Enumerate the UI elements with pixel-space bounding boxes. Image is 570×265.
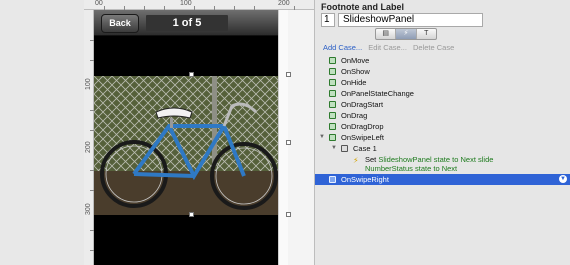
vertical-ruler: 100 200 300 [84, 10, 94, 265]
slide-image[interactable] [94, 76, 288, 215]
event-item[interactable]: OnMove [315, 55, 570, 66]
back-button[interactable]: Back [101, 14, 139, 33]
resize-handle[interactable] [286, 140, 291, 145]
disclosure-triangle-icon[interactable]: ▼ [331, 143, 337, 154]
edit-case-link[interactable]: Edit Case... [368, 43, 407, 52]
event-item[interactable]: OnDrag [315, 110, 570, 121]
event-icon [329, 68, 336, 75]
ruler-label: 300 [85, 203, 92, 215]
horizontal-ruler: 00 100 200 [84, 0, 314, 10]
ruler-label: 100 [85, 78, 92, 90]
ruler-label: 00 [95, 0, 103, 7]
action-item[interactable]: ⚡ Set SlideshowPanel state to Next slide… [315, 154, 570, 174]
event-icon [329, 123, 336, 130]
event-icon [329, 79, 336, 86]
design-canvas[interactable]: 00 100 200 100 200 300 Back 1 of 5 [84, 0, 314, 265]
events-list: OnMove OnShow OnHide OnPanelStateChange … [315, 55, 570, 185]
properties-panel: Footnote and Label 1 SlideshowPanel ▤ ⚡ … [314, 0, 570, 265]
tab-properties[interactable]: ▤ [376, 29, 397, 39]
event-item[interactable]: OnShow [315, 66, 570, 77]
disclosure-triangle-icon[interactable]: ▼ [319, 132, 325, 143]
resize-handle[interactable] [189, 212, 194, 217]
resize-handle[interactable] [286, 72, 291, 77]
event-item-selected[interactable]: OnSwipeRight ▼ [315, 174, 570, 185]
case-actions: Add Case... Edit Case... Delete Case [323, 43, 454, 52]
panel-tabs: ▤ ⚡ T [375, 28, 437, 40]
ruler-label: 200 [85, 141, 92, 153]
tab-interactions[interactable]: ⚡ [396, 29, 417, 39]
event-icon [329, 112, 336, 119]
ruler-label: 100 [180, 0, 192, 7]
event-item[interactable]: OnPanelStateChange [315, 88, 570, 99]
bicycle-photo [94, 76, 288, 215]
slideshow-panel[interactable]: Back 1 of 5 [94, 10, 288, 265]
delete-case-link[interactable]: Delete Case [413, 43, 454, 52]
case-item[interactable]: ▼ Case 1 [315, 143, 570, 154]
event-icon [329, 90, 336, 97]
panel-title: Footnote and Label [321, 2, 404, 12]
event-icon [329, 101, 336, 108]
nav-bar: Back 1 of 5 [94, 10, 288, 36]
slide-counter: 1 of 5 [146, 15, 228, 31]
event-item[interactable]: OnDragStart [315, 99, 570, 110]
event-icon [329, 57, 336, 64]
lightning-bolt-icon: ⚡ [353, 156, 359, 165]
add-case-link[interactable]: Add Case... [323, 43, 362, 52]
resize-handle[interactable] [189, 72, 194, 77]
event-icon [329, 134, 336, 141]
case-icon [341, 145, 348, 152]
event-icon [329, 176, 336, 183]
tab-style[interactable]: T [417, 29, 436, 39]
chevron-down-icon[interactable]: ▼ [559, 175, 567, 183]
ruler-label: 200 [278, 0, 290, 7]
resize-handle[interactable] [286, 212, 291, 217]
canvas-scroll-strip[interactable] [278, 10, 288, 265]
event-item[interactable]: OnDragDrop [315, 121, 570, 132]
event-item[interactable]: OnHide [315, 77, 570, 88]
event-item-expanded[interactable]: ▼ OnSwipeLeft [315, 132, 570, 143]
app-window: 00 100 200 100 200 300 Back 1 of 5 Footn… [0, 0, 570, 265]
footnote-field[interactable]: 1 [321, 13, 335, 27]
label-field[interactable]: SlideshowPanel [338, 13, 483, 27]
